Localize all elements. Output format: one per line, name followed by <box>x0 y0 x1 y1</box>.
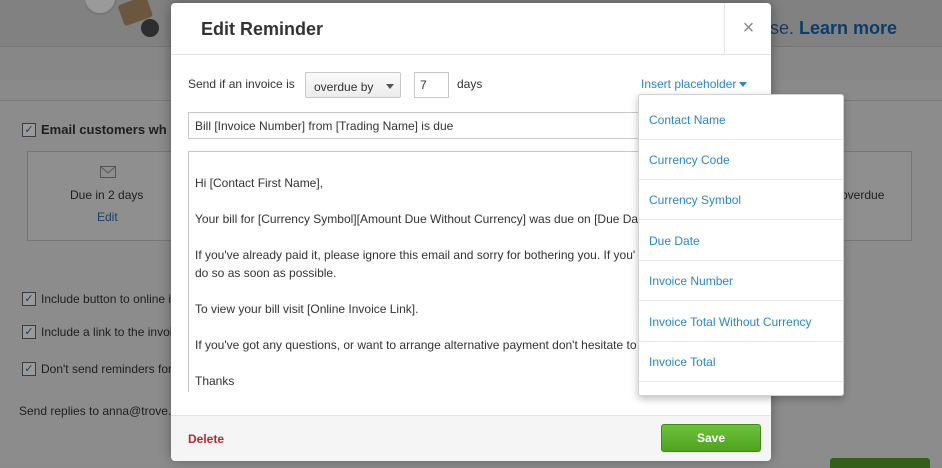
dialog-title: Edit Reminder <box>201 19 324 39</box>
body-line: If you've got any questions, or want to … <box>195 338 637 352</box>
background-save-button[interactable] <box>830 458 930 468</box>
option-checkbox-1[interactable]: ✓ <box>22 292 36 306</box>
chevron-down-icon <box>386 84 394 89</box>
body-line: To view your bill visit [Online Invoice … <box>195 302 419 316</box>
save-button[interactable]: Save <box>661 424 761 452</box>
illustration-icon <box>85 0 159 37</box>
reminder-card-edit-link[interactable]: Edit <box>97 210 118 224</box>
days-label: days <box>457 77 483 91</box>
option-checkbox-3[interactable]: ✓ <box>22 362 36 376</box>
placeholder-item-label: Contact Name <box>649 113 726 127</box>
email-customers-label: Email customers wh <box>41 122 167 137</box>
send-condition-label: Send if an invoice is <box>188 77 295 91</box>
body-line: If you've already paid it, please ignore… <box>195 248 636 262</box>
reminder-card-right-label: overdue <box>841 188 885 202</box>
option-label-1: Include button to online i <box>41 292 172 306</box>
reminder-card-left[interactable]: Due in 2 days Edit <box>27 151 174 241</box>
email-customers-checkbox[interactable]: ✓ <box>22 123 36 137</box>
body-line: do so as soon as possible. <box>195 266 337 280</box>
dialog-header: Edit Reminder × <box>171 3 771 55</box>
placeholder-item-label: Currency Code <box>649 153 730 167</box>
condition-select[interactable]: overdue by <box>305 72 401 98</box>
body-line: Your bill for [Currency Symbol][Amount D… <box>195 212 639 226</box>
option-label-2: Include a link to the invoi <box>41 325 173 339</box>
insert-placeholder-label: Insert placeholder <box>641 77 737 91</box>
reminder-card-label: Due in 2 days <box>70 188 144 202</box>
placeholder-item-currency-symbol[interactable]: Currency Symbol <box>639 180 843 220</box>
subject-input[interactable] <box>188 112 658 139</box>
email-body-textarea[interactable]: Hi [Contact First Name], Your bill for [… <box>188 151 658 392</box>
insert-placeholder-link[interactable]: Insert placeholder <box>641 77 748 91</box>
learn-more-text: se. Learn more <box>770 18 898 38</box>
placeholder-item-label: Invoice Number <box>649 274 734 288</box>
placeholder-item-label: Due Date <box>649 234 700 248</box>
dialog-footer: Delete Save <box>171 415 771 461</box>
caret-down-icon <box>739 82 748 88</box>
close-icon[interactable]: × <box>724 3 772 54</box>
delete-button[interactable]: Delete <box>188 432 224 446</box>
option-label-3: Don't send reminders for <box>41 362 173 376</box>
placeholder-item-invoice-total-without-currency[interactable]: Invoice Total Without Currency <box>639 302 843 342</box>
placeholder-item-invoice-number[interactable]: Invoice Number <box>639 261 843 301</box>
placeholder-item-label: Currency Symbol <box>649 193 742 207</box>
days-input[interactable] <box>414 72 449 98</box>
body-line: Thanks <box>195 374 235 388</box>
placeholder-item-contact-name[interactable]: Contact Name <box>639 100 843 140</box>
body-line: Hi [Contact First Name], <box>195 176 324 190</box>
placeholder-item-label: Invoice Total <box>649 355 716 369</box>
send-replies-text: Send replies to anna@trove. <box>19 404 172 418</box>
condition-select-value: overdue by <box>314 80 374 94</box>
placeholder-item-due-date[interactable]: Due Date <box>639 221 843 261</box>
placeholder-item-currency-code[interactable]: Currency Code <box>639 140 843 180</box>
placeholder-item-invoice-total[interactable]: Invoice Total <box>639 342 843 382</box>
placeholder-dropdown: Contact Name Currency Code Currency Symb… <box>638 94 844 396</box>
mail-icon <box>100 166 116 178</box>
option-checkbox-2[interactable]: ✓ <box>22 325 36 339</box>
placeholder-item-label: Invoice Total Without Currency <box>649 315 812 329</box>
learn-more-link[interactable]: Learn more <box>799 18 897 38</box>
